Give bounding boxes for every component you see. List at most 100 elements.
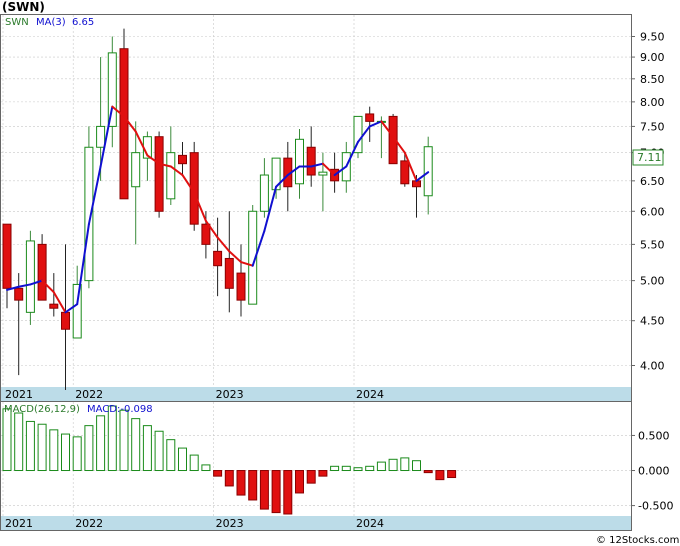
price-year-label: 2021 [5, 388, 33, 401]
candle-body-up [318, 171, 328, 176]
price-tick-label: 9.50 [640, 31, 665, 44]
price-tick-label: 7.50 [640, 120, 665, 133]
candle-body-down [37, 243, 47, 301]
price-year-label: 2023 [216, 388, 244, 401]
macd-bar-positive [341, 465, 351, 472]
macd-year-label: 2022 [75, 517, 103, 530]
candle-body-down [2, 223, 12, 289]
candle-body-up [295, 138, 304, 185]
macd-bar-negative [224, 470, 234, 487]
macd-bar-positive [412, 460, 421, 472]
price-tick-label: 6.00 [640, 205, 665, 218]
macd-bar-positive [84, 425, 94, 472]
macd-legend-label: MACD(26,12,9) [4, 404, 80, 415]
candle-body-down [236, 272, 246, 301]
candle-body-up [166, 152, 176, 200]
stock-chart: 9.509.008.508.007.507.006.506.005.505.00… [0, 0, 679, 546]
candle-body-down [201, 223, 211, 245]
candle-body-up [25, 240, 35, 313]
price-tick-label: 8.00 [640, 96, 665, 109]
price-axis-ticks: 9.509.008.508.007.507.006.506.005.505.00… [631, 31, 673, 513]
price-year-label: 2022 [75, 388, 103, 401]
candle-body-up [96, 125, 106, 148]
price-legend-symbol: SWN [5, 17, 29, 28]
candle [189, 141, 199, 231]
macd-bar-positive [61, 433, 70, 472]
price-tick-label: 5.00 [640, 275, 665, 288]
macd-bar-positive [178, 447, 187, 472]
candle-body-down [178, 154, 187, 165]
candle-body-down [119, 48, 129, 200]
candle-body-up [131, 152, 141, 188]
macd-bar-positive [37, 423, 47, 472]
macd-tick-label: -0.500 [638, 500, 673, 513]
watermark: © 12Stocks.com [596, 535, 679, 546]
macd-bar-negative [295, 470, 304, 494]
price-year-label: 2024 [356, 388, 384, 401]
macd-bar-positive [96, 415, 106, 472]
macd-bar-positive [131, 418, 141, 472]
macd-bar-positive [353, 467, 363, 472]
macd-legend-value: MACD:-0.098 [87, 404, 153, 415]
candle-body-down [61, 311, 70, 330]
last-price-value: 7.11 [637, 151, 662, 164]
macd-bar-negative [236, 470, 246, 496]
candle-body-down [14, 287, 24, 301]
candle-body-down [213, 250, 223, 267]
macd-bar-positive [376, 461, 386, 472]
candle [25, 230, 35, 325]
candle-body-down [400, 160, 410, 185]
macd-bar-negative [271, 470, 281, 514]
macd-year-label: 2023 [216, 517, 244, 530]
macd-bar-positive [189, 454, 199, 472]
candle-body-down [306, 146, 316, 176]
macd-bar-negative [283, 470, 293, 515]
candle [388, 113, 398, 165]
candle-body-up [259, 174, 269, 212]
price-tick-label: 4.50 [640, 315, 665, 328]
macd-bar-negative [423, 470, 433, 474]
macd-bar-positive [365, 465, 375, 472]
macd-bar-positive [201, 464, 211, 472]
candle-body-down [49, 303, 59, 309]
macd-bar-positive [166, 439, 176, 472]
chart-title: (SWN) [2, 0, 45, 14]
macd-bar-positive [400, 457, 410, 472]
candle-body-up [72, 283, 82, 339]
macd-bar-positive [330, 465, 340, 472]
macd-bar-negative [248, 470, 258, 501]
macd-panel [0, 401, 632, 531]
candle-body-up [107, 52, 117, 127]
macd-tick-label: 0.000 [638, 465, 670, 478]
macd-bar-positive [119, 409, 129, 472]
candle-body-down [365, 113, 375, 122]
macd-bar-positive [72, 436, 82, 472]
macd-bar-negative [306, 470, 316, 484]
macd-bar-positive [25, 420, 35, 472]
macd-bar-positive [142, 425, 152, 472]
macd-tick-label: 0.500 [638, 429, 670, 442]
macd-year-label: 2021 [5, 517, 33, 530]
price-tick-label: 8.50 [640, 73, 665, 86]
macd-bar-negative [447, 470, 457, 479]
macd-bar-positive [154, 430, 164, 472]
candle-body-down [224, 257, 234, 289]
macd-bar-negative [213, 470, 223, 477]
price-legend-ma-value: 6.65 [72, 17, 94, 28]
macd-year-label: 2024 [356, 517, 384, 530]
price-panel [0, 14, 632, 402]
macd-bar-positive [107, 405, 117, 472]
price-tick-label: 4.00 [640, 359, 665, 372]
macd-bar-positive [49, 429, 59, 472]
price-tick-label: 5.50 [640, 238, 665, 251]
macd-bar-negative [259, 470, 269, 510]
price-legend-ma-label: MA(3) [36, 17, 66, 28]
macd-bar-positive [14, 412, 24, 472]
price-tick-label: 9.00 [640, 51, 665, 64]
macd-bar-positive [2, 408, 12, 472]
macd-bar-negative [318, 470, 328, 477]
candle-body-down [154, 136, 164, 212]
macd-bar-negative [435, 470, 445, 481]
candle [154, 131, 164, 218]
price-tick-label: 6.50 [640, 175, 665, 188]
